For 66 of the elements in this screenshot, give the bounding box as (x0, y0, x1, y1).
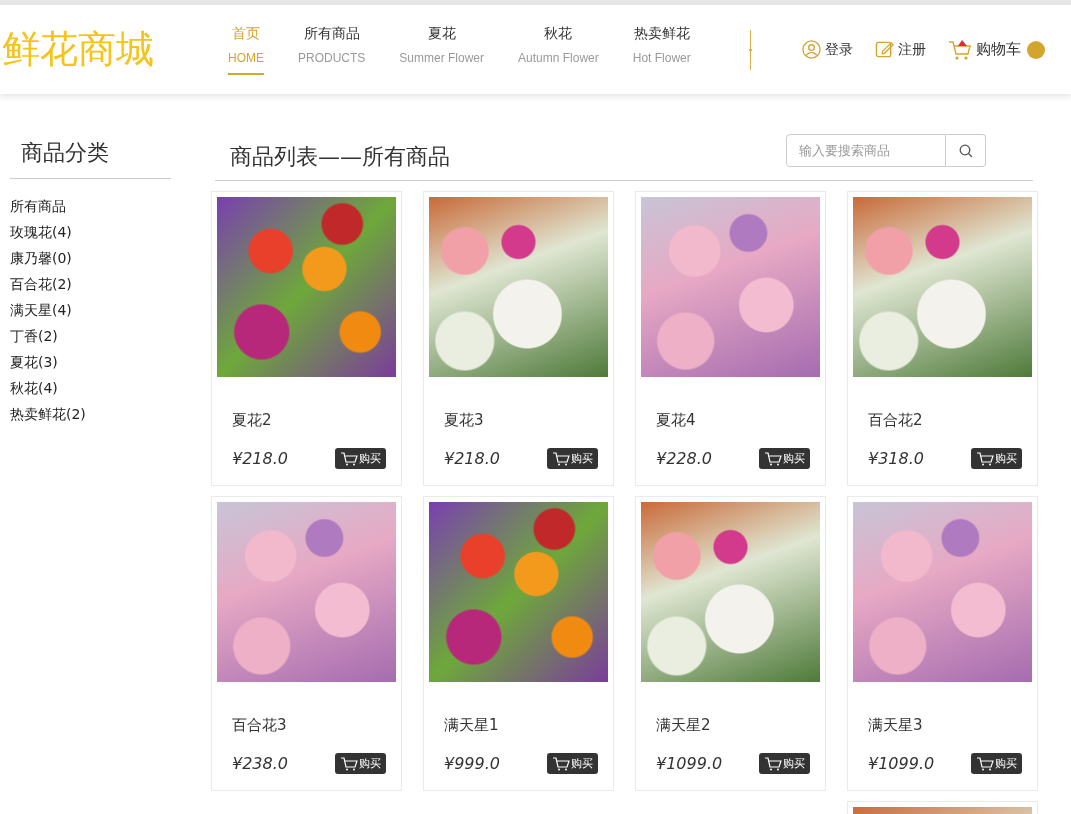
product-name: 满天星3 (868, 716, 924, 735)
product-name: 百合花2 (868, 411, 924, 430)
category-link[interactable]: 热卖鲜花(2) (10, 401, 171, 427)
cart-link[interactable]: 购物车 (947, 38, 1021, 61)
product-card[interactable]: 夏花2 ¥218.0 购买 (211, 191, 402, 486)
search-field[interactable]: 输入要搜索商品 (786, 134, 946, 167)
cart-icon (976, 756, 994, 771)
product-price: ¥218.0 (444, 449, 500, 468)
product-price: ¥318.0 (868, 449, 924, 468)
category-link[interactable]: 夏花(3) (10, 349, 171, 375)
cart-icon (340, 756, 358, 771)
buy-button[interactable]: 购买 (971, 753, 1022, 774)
nav-tab[interactable]: 夏花 Summer Flower (399, 24, 485, 75)
product-card[interactable]: 满天星3 ¥1099.0 购买 (847, 496, 1038, 791)
buy-button[interactable]: 购买 (759, 448, 810, 469)
cart-icon (764, 756, 782, 771)
product-name: 满天星2 (656, 716, 712, 735)
product-price: ¥1099.0 (656, 754, 723, 773)
category-link[interactable]: 秋花(4) (10, 375, 171, 401)
sidebar-title: 商品分类 (10, 138, 171, 179)
category-link[interactable]: 康乃馨(0) (10, 245, 171, 271)
product-card[interactable]: 百合花2 ¥318.0 购买 (847, 191, 1038, 486)
cart-icon (340, 451, 358, 466)
product-price: ¥228.0 (656, 449, 712, 468)
product-name: 夏花3 (444, 411, 485, 430)
product-price: ¥218.0 (232, 449, 288, 468)
search-button[interactable] (946, 134, 986, 167)
cart-icon (976, 451, 994, 466)
product-name: 满天星1 (444, 716, 500, 735)
cart-badge (1026, 40, 1045, 59)
user-icon (801, 40, 821, 59)
product-name: 夏花2 (232, 411, 273, 430)
buy-button[interactable]: 购买 (335, 753, 386, 774)
product-card[interactable]: 满天星2 ¥1099.0 购买 (635, 496, 826, 791)
cart-icon (947, 38, 972, 61)
product-price: ¥999.0 (444, 754, 500, 773)
category-link[interactable]: 满天星(4) (10, 297, 171, 323)
search-icon (958, 143, 973, 158)
buy-button[interactable]: 购买 (971, 448, 1022, 469)
product-card[interactable]: 夏花3 ¥218.0 购买 (423, 191, 614, 486)
product-price: ¥1099.0 (868, 754, 935, 773)
edit-icon (874, 40, 894, 59)
product-name: 夏花4 (656, 411, 697, 430)
nav-tab[interactable]: 秋花 Autumn Flower (518, 24, 599, 75)
buy-button[interactable]: 购买 (759, 753, 810, 774)
register-link[interactable]: 注册 (874, 40, 926, 59)
nav-tab[interactable]: 所有商品 PRODUCTS (298, 24, 366, 75)
product-card[interactable]: 百合花3 ¥238.0 购买 (211, 496, 402, 791)
category-link[interactable]: 百合花(2) (10, 271, 171, 297)
category-link[interactable]: 丁香(2) (10, 323, 171, 349)
buy-button[interactable]: 购买 (547, 753, 598, 774)
cart-icon (764, 451, 782, 466)
login-link[interactable]: 登录 (801, 40, 853, 59)
buy-button[interactable]: 购买 (547, 448, 598, 469)
divider-dot-icon (748, 29, 752, 70)
cart-icon (552, 451, 570, 466)
category-link[interactable]: 玫瑰花(4) (10, 219, 171, 245)
product-price: ¥238.0 (232, 754, 288, 773)
category-link[interactable]: 所有商品 (10, 193, 171, 219)
product-name: 百合花3 (232, 716, 288, 735)
product-card[interactable]: 夏花4 ¥228.0 购买 (635, 191, 826, 486)
nav-tab[interactable]: 热卖鲜花 Hot Flower (632, 24, 691, 75)
buy-button[interactable]: 购买 (335, 448, 386, 469)
page-title: 商品列表——所有商品 (229, 143, 450, 171)
product-card[interactable]: 满天星1 ¥999.0 购买 (423, 496, 614, 791)
cart-icon (552, 756, 570, 771)
